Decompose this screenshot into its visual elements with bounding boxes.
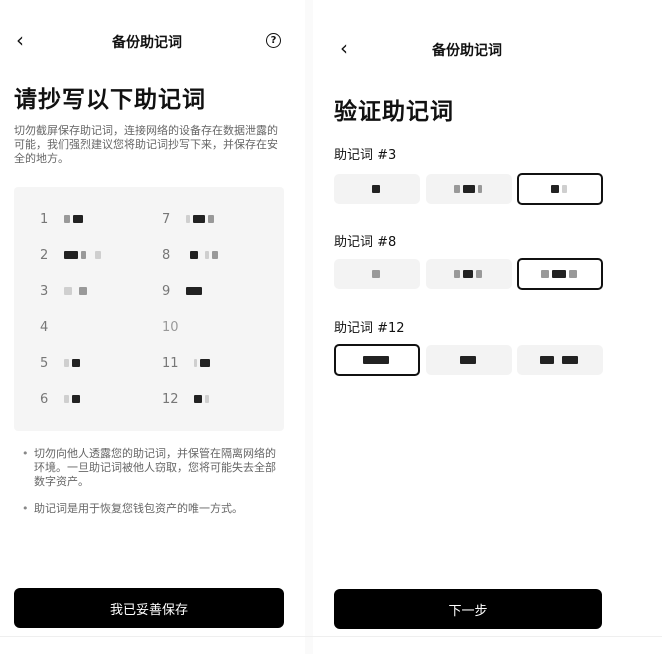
next-step-button[interactable]: 下一步	[334, 589, 602, 629]
back-icon[interactable]: ‹	[340, 36, 348, 60]
word-option-selected[interactable]	[517, 173, 603, 205]
tip-text: 助记词是用于恢复您钱包资产的唯一方式。	[34, 502, 243, 515]
mnemonic-word-8: 8	[162, 245, 221, 265]
mnemonic-word-6: 6	[40, 389, 83, 409]
mnemonic-word-10: 10	[162, 317, 186, 337]
word-number: 11	[162, 355, 179, 371]
page-title: 请抄写以下助记词	[14, 87, 206, 113]
word-option[interactable]	[426, 345, 512, 375]
verify-label-12: 助记词 #12	[334, 321, 405, 336]
word-option[interactable]	[334, 174, 420, 204]
mnemonic-word-7: 7	[162, 209, 217, 229]
mnemonic-word-11: 11	[162, 353, 213, 373]
word-option-selected[interactable]	[517, 258, 603, 290]
word-number: 2	[40, 247, 49, 263]
verify-label-8: 助记词 #8	[334, 235, 397, 250]
verify-label-3: 助记词 #3	[334, 148, 397, 163]
nav-bar: ‹ 备份助记词 ?	[0, 26, 300, 56]
word-option[interactable]	[426, 259, 512, 289]
saved-confirm-button[interactable]: 我已妥善保存	[14, 588, 284, 628]
nav-title: 备份助记词	[112, 35, 182, 51]
word-number: 6	[40, 391, 49, 407]
tip-item: • 切勿向他人透露您的助记词，并保管在隔离网络的环境。一旦助记词被他人窃取，您将…	[22, 447, 282, 489]
word-option[interactable]	[517, 345, 603, 375]
mnemonic-word-4: 4	[40, 317, 64, 337]
tip-item: • 助记词是用于恢复您钱包资产的唯一方式。	[22, 502, 282, 516]
page-title: 验证助记词	[334, 99, 454, 125]
back-icon[interactable]: ‹	[16, 28, 24, 52]
bottom-divider	[0, 636, 662, 637]
word-number: 1	[40, 211, 49, 227]
bullet-dot: •	[22, 447, 29, 460]
word-number: 12	[162, 391, 179, 407]
word-number: 8	[162, 247, 171, 263]
panel-divider	[305, 0, 313, 654]
word-number: 5	[40, 355, 49, 371]
word-option[interactable]	[426, 174, 512, 204]
bullet-dot: •	[22, 502, 29, 515]
help-icon[interactable]: ?	[266, 33, 281, 48]
word-number: 10	[162, 319, 179, 335]
word-option[interactable]	[334, 259, 420, 289]
warning-description: 切勿截屏保存助记词，连接网络的设备存在数据泄露的可能，我们强烈建议您将助记词抄写…	[14, 124, 278, 165]
word-number: 9	[162, 283, 171, 299]
word-number: 7	[162, 211, 171, 227]
mnemonic-word-1: 1	[40, 209, 86, 229]
nav-title: 备份助记词	[432, 43, 502, 59]
mnemonic-word-3: 3	[40, 281, 90, 301]
word-number: 4	[40, 319, 49, 335]
tip-text: 切勿向他人透露您的助记词，并保管在隔离网络的环境。一旦助记词被他人窃取，您将可能…	[34, 447, 276, 488]
word-option-selected[interactable]	[334, 344, 420, 376]
mnemonic-word-5: 5	[40, 353, 83, 373]
mnemonic-word-9: 9	[162, 281, 205, 301]
mnemonic-word-12: 12	[162, 389, 212, 409]
nav-bar: ‹ 备份助记词	[318, 34, 662, 64]
backup-mnemonic-screen: ‹ 备份助记词 ? 请抄写以下助记词 切勿截屏保存助记词，连接网络的设备存在数据…	[0, 0, 300, 654]
mnemonic-word-grid: 1 2 3 4 5 6 7 8 9 10 11 12	[14, 187, 284, 431]
word-number: 3	[40, 283, 49, 299]
mnemonic-word-2: 2	[40, 245, 104, 265]
verify-mnemonic-screen: ‹ 备份助记词 验证助记词 助记词 #3 助记词 #8 助记词 #12 下一步	[318, 0, 662, 654]
